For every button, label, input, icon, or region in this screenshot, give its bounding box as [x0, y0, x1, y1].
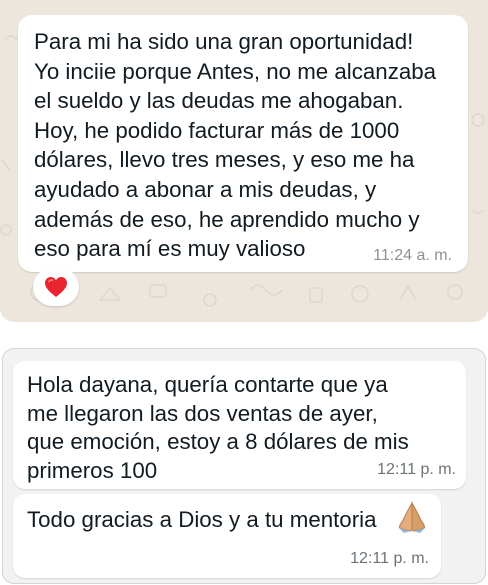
message-text: Todo gracias a Dios y a tu mentoria — [27, 507, 377, 532]
chat-panel-bottom: Hola dayana, quería contarte que ya me l… — [2, 348, 486, 584]
chat-panel-top: Para mi ha sido una gran oportunidad! Yo… — [0, 0, 488, 322]
message-text: Para mi ha sido una gran oportunidad! Yo… — [34, 29, 437, 262]
message-timestamp: 11:24 a. m. — [373, 247, 452, 264]
message-timestamp: 12:11 p. m. — [377, 461, 456, 478]
red-heart-icon — [45, 277, 67, 297]
message-reaction[interactable] — [33, 268, 79, 306]
incoming-message-bubble[interactable]: Hola dayana, quería contarte que ya me l… — [13, 361, 466, 489]
incoming-message-bubble[interactable]: Todo gracias a Dios y a tu mentoria 12:1… — [13, 494, 441, 578]
incoming-message-bubble[interactable]: Para mi ha sido una gran oportunidad! Yo… — [18, 15, 468, 272]
message-timestamp: 12:11 p. m. — [350, 550, 429, 567]
folded-hands-icon — [398, 501, 426, 533]
